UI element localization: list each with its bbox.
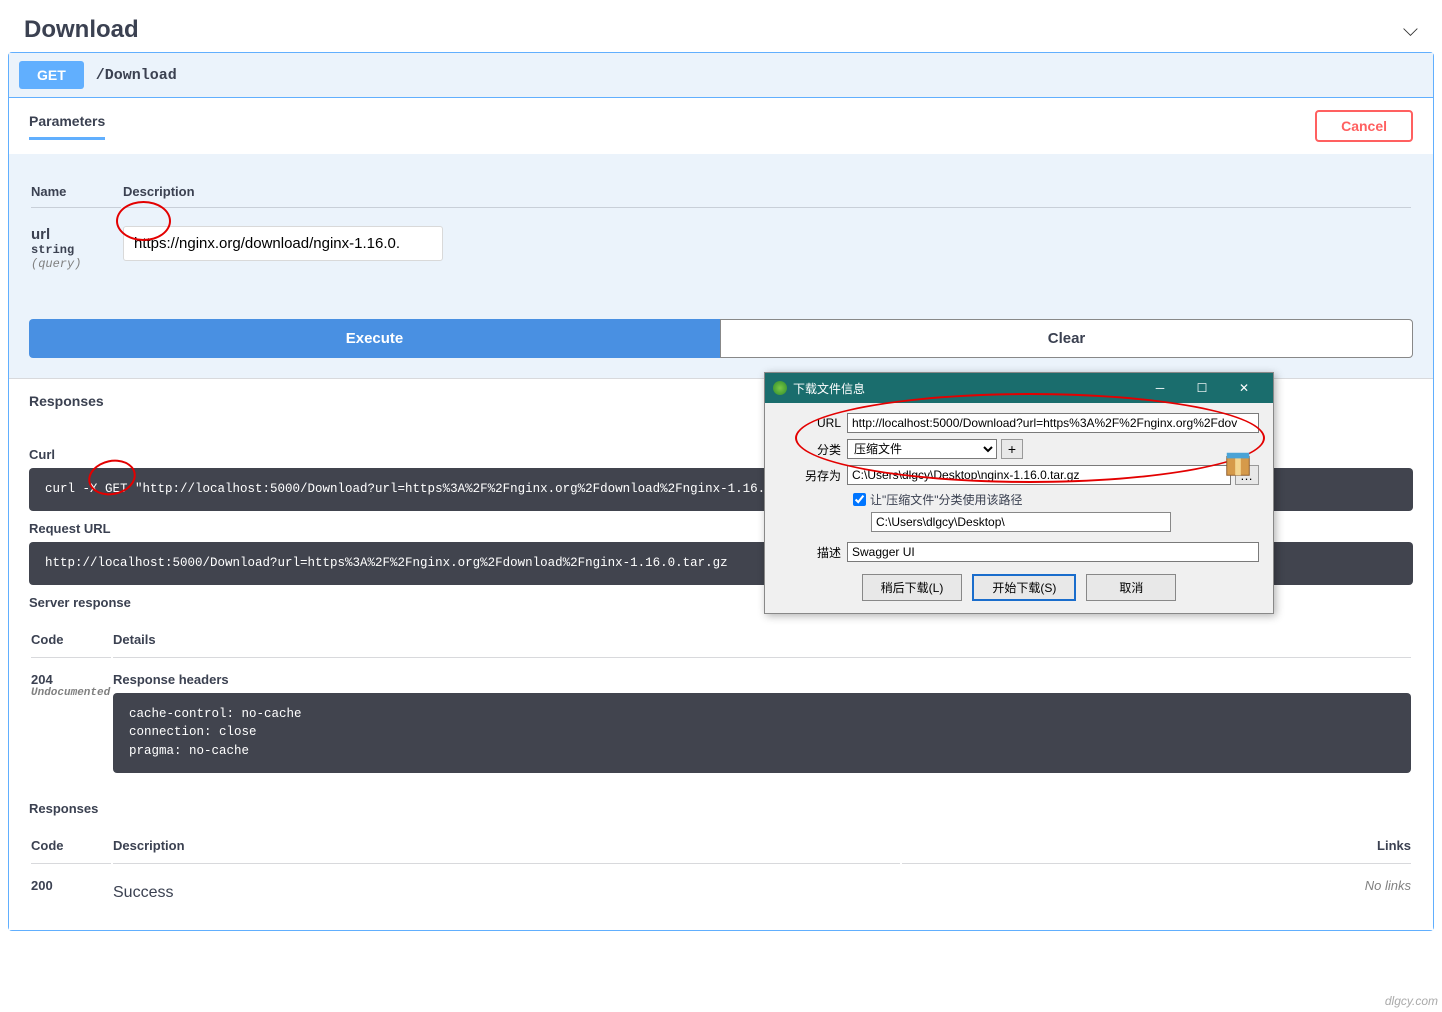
doc-code: 200 xyxy=(31,866,111,914)
archive-icon xyxy=(1223,449,1253,479)
doc-links: No links xyxy=(902,866,1411,914)
doc-response-row: 200 Success No links xyxy=(31,866,1411,914)
url-label: URL xyxy=(779,416,847,430)
doc-description: Success xyxy=(113,866,900,914)
col-description2: Description xyxy=(113,828,900,864)
doc-responses-label: Responses xyxy=(29,801,1413,816)
saveas-label: 另存为 xyxy=(779,467,847,484)
url-input[interactable] xyxy=(123,226,443,261)
parameters-tab[interactable]: Parameters xyxy=(29,113,105,140)
idm-app-icon xyxy=(773,381,787,395)
server-response-table: Code Details 204 Undocumented Response h… xyxy=(29,620,1413,787)
category-label: 分类 xyxy=(779,441,847,458)
chevron-down-icon[interactable]: ⌵ xyxy=(1403,19,1418,42)
parameters-table: Name Description url string (query) xyxy=(9,154,1433,309)
watermark: dlgcy.com xyxy=(1385,994,1438,1008)
page-title: Download xyxy=(24,16,139,44)
saveas-input[interactable] xyxy=(847,465,1231,485)
col-links: Links xyxy=(902,828,1411,864)
col-name: Name xyxy=(31,176,121,208)
method-badge: GET xyxy=(19,61,84,89)
undocumented-label: Undocumented xyxy=(31,687,111,699)
description-input[interactable] xyxy=(847,542,1259,562)
use-path-checkbox[interactable] xyxy=(853,493,866,506)
clear-button[interactable]: Clear xyxy=(720,319,1413,358)
response-headers-label: Response headers xyxy=(113,672,1411,687)
desc-label: 描述 xyxy=(779,544,847,561)
close-icon[interactable]: ✕ xyxy=(1223,378,1265,398)
idm-url-input[interactable] xyxy=(847,413,1259,433)
default-path-input[interactable] xyxy=(871,512,1171,532)
start-download-button[interactable]: 开始下载(S) xyxy=(972,574,1076,601)
doc-responses-table: Code Description Links 200 Success No li… xyxy=(29,826,1413,916)
add-category-button[interactable]: + xyxy=(1001,439,1023,459)
category-select[interactable]: 压缩文件 xyxy=(847,439,997,459)
response-code: 204 xyxy=(31,672,111,687)
response-row: 204 Undocumented Response headers cache-… xyxy=(31,660,1411,785)
idm-cancel-button[interactable]: 取消 xyxy=(1086,574,1176,601)
maximize-icon[interactable]: ☐ xyxy=(1181,378,1223,398)
idm-download-dialog: 下载文件信息 ─ ☐ ✕ URL 分类 压缩文件 + 另存为 … 让"压缩文件"… xyxy=(764,372,1274,614)
checkbox-label: 让"压缩文件"分类使用该路径 xyxy=(870,491,1023,508)
col-details: Details xyxy=(113,622,1411,658)
col-description: Description xyxy=(123,176,1411,208)
minimize-icon[interactable]: ─ xyxy=(1139,378,1181,398)
col-code: Code xyxy=(31,622,111,658)
dialog-titlebar[interactable]: 下载文件信息 ─ ☐ ✕ xyxy=(765,373,1273,403)
param-name: url xyxy=(31,226,121,243)
download-later-button[interactable]: 稍后下载(L) xyxy=(862,574,963,601)
endpoint-path: /Download xyxy=(96,67,177,84)
col-code2: Code xyxy=(31,828,111,864)
param-row: url string (query) xyxy=(31,210,1411,287)
dialog-title: 下载文件信息 xyxy=(793,380,865,397)
operation-summary[interactable]: GET /Download xyxy=(9,53,1433,98)
response-headers: cache-control: no-cache connection: clos… xyxy=(113,693,1411,773)
param-type: string xyxy=(31,243,121,257)
parameters-header: Parameters Cancel xyxy=(9,98,1433,154)
param-in: (query) xyxy=(31,257,121,271)
endpoint-header: Download ⌵ xyxy=(8,8,1434,52)
execute-button[interactable]: Execute xyxy=(29,319,720,358)
cancel-button[interactable]: Cancel xyxy=(1315,110,1413,142)
